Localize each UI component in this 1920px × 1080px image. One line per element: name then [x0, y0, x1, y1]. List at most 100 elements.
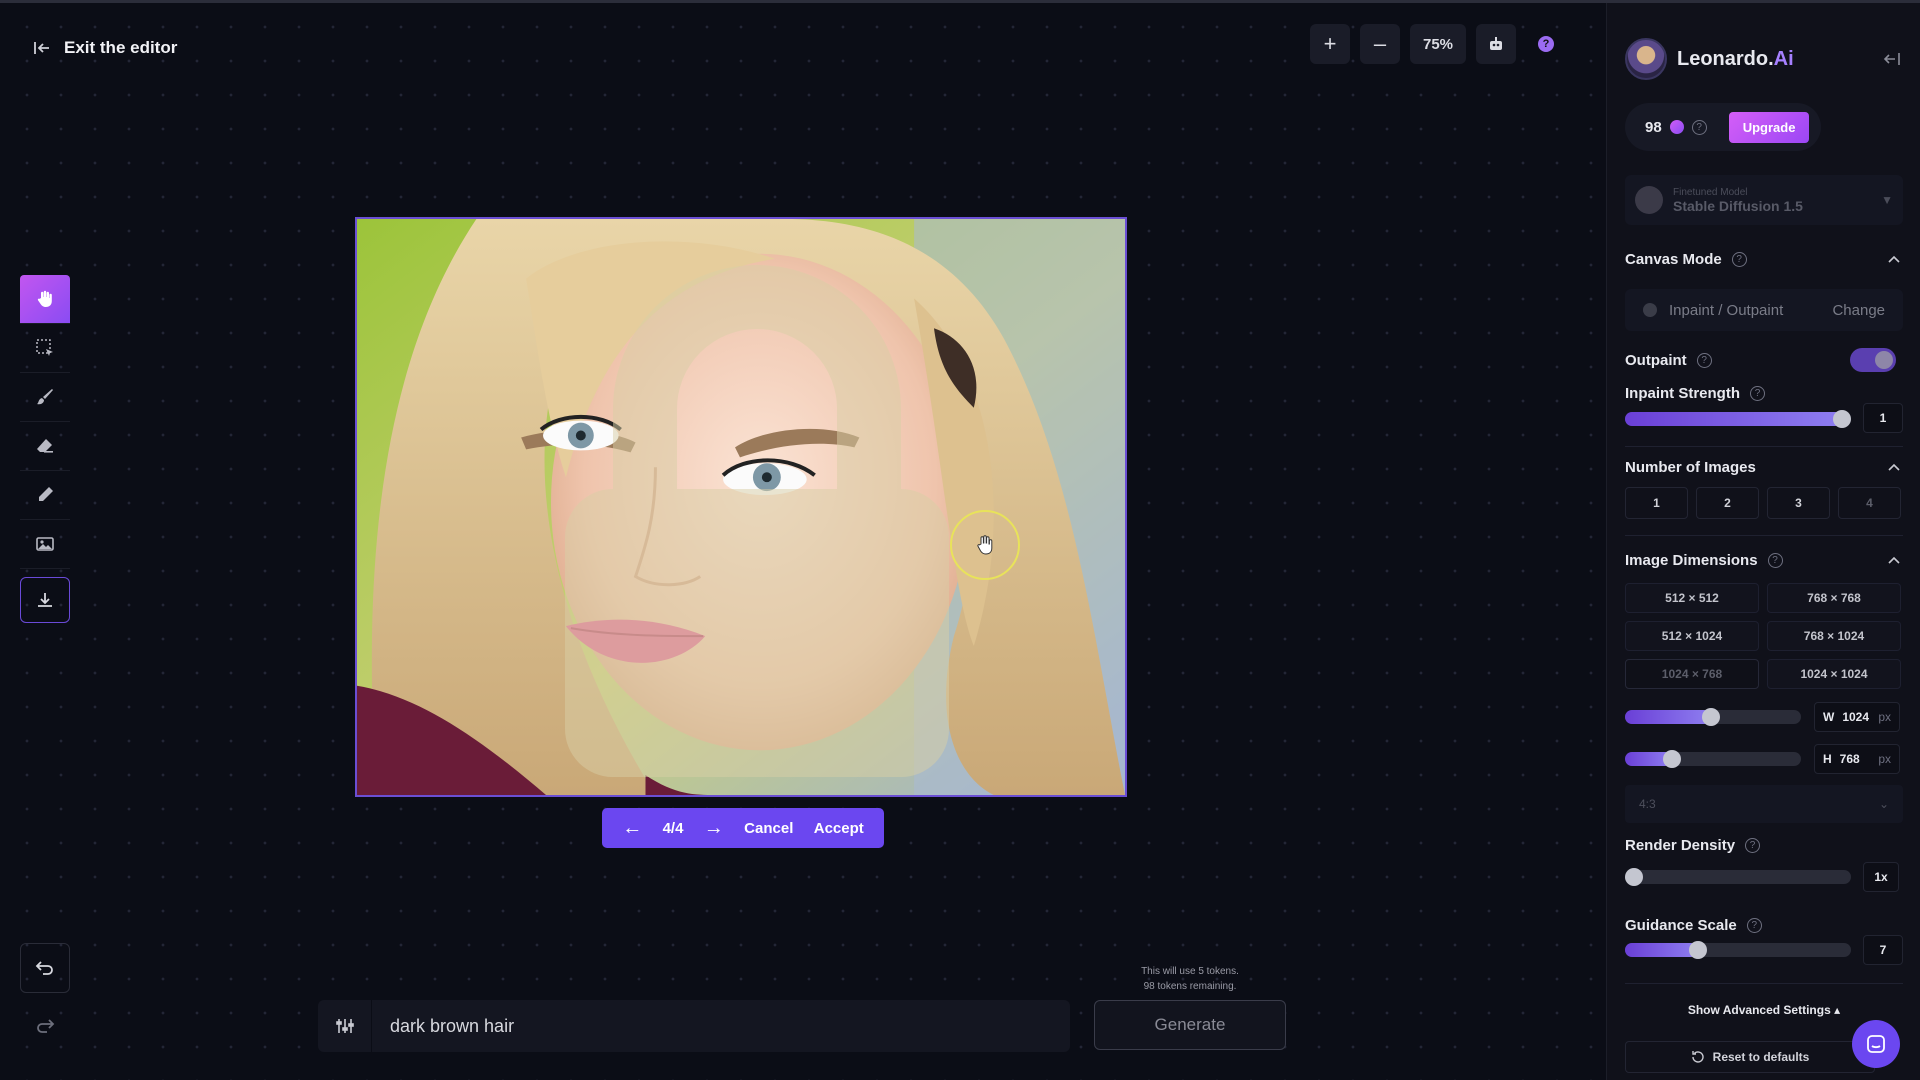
cancel-button[interactable]: Cancel — [744, 820, 793, 837]
settings-panel: Leonardo.Ai 98 ? Upgrade Finetuned Model… — [1606, 3, 1920, 1080]
slider-knob[interactable] — [1625, 868, 1643, 886]
hand-icon — [37, 290, 52, 307]
inpaint-strength-value[interactable]: 1 — [1863, 403, 1903, 433]
help-button[interactable]: ? — [1526, 24, 1566, 64]
download-tool[interactable] — [20, 577, 70, 623]
generate-button[interactable]: Generate — [1094, 1000, 1286, 1050]
zoom-out-button[interactable]: – — [1360, 24, 1400, 64]
chevron-up-icon[interactable] — [1888, 255, 1900, 263]
token-coin-icon — [1669, 120, 1684, 134]
canvas-mode-help-icon[interactable]: ? — [1731, 252, 1747, 267]
prompt-input[interactable] — [372, 1015, 1052, 1037]
outpaint-help-icon[interactable]: ? — [1696, 353, 1712, 368]
slider-knob[interactable] — [1702, 708, 1720, 726]
keyboard-shortcuts-button[interactable] — [1476, 24, 1516, 64]
slider-knob[interactable] — [1689, 941, 1707, 959]
redo-button[interactable] — [20, 1001, 70, 1051]
render-density-help-icon[interactable]: ? — [1745, 838, 1761, 853]
slider-fill — [1625, 710, 1711, 724]
show-advanced-settings-button[interactable]: Show Advanced Settings ▴ — [1607, 1003, 1920, 1017]
eraser-tool[interactable] — [20, 422, 70, 471]
outpaint-toggle[interactable] — [1850, 348, 1896, 372]
zoom-in-button[interactable]: + — [1310, 24, 1350, 64]
dimension-presets: 512 × 512 768 × 768 512 × 1024 768 × 102… — [1625, 583, 1901, 689]
height-slider[interactable] — [1625, 750, 1801, 768]
image-tool[interactable] — [20, 520, 70, 569]
model-select[interactable]: Finetuned Model Stable Diffusion 1.5 ▼ — [1625, 175, 1903, 225]
undo-button[interactable] — [20, 943, 70, 993]
change-mode-button[interactable]: Change — [1832, 302, 1885, 319]
divider — [1625, 983, 1903, 984]
dimension-option[interactable]: 512 × 512 — [1625, 583, 1759, 613]
aspect-ratio-select[interactable]: 4:3 ⌄ — [1625, 785, 1903, 823]
guidance-scale-help-icon[interactable]: ? — [1746, 918, 1762, 933]
inpaint-strength-help-icon[interactable]: ? — [1750, 386, 1765, 401]
divider — [1625, 535, 1903, 536]
image-count-option[interactable]: 3 — [1767, 487, 1830, 519]
zoom-level[interactable]: 75% — [1410, 24, 1466, 64]
dimension-option[interactable]: 768 × 1024 — [1767, 621, 1901, 651]
chat-support-button[interactable] — [1852, 1020, 1900, 1068]
arrow-left-icon — [34, 42, 49, 54]
inpaint-strength-title: Inpaint Strength ? — [1625, 385, 1765, 402]
image-dimensions-help-icon[interactable]: ? — [1767, 553, 1783, 568]
brand-name: Leonardo.Ai — [1677, 48, 1794, 71]
dimension-option[interactable]: 1024 × 1024 — [1767, 659, 1901, 689]
dimension-option[interactable]: 768 × 768 — [1767, 583, 1901, 613]
image-count-option-selected[interactable]: 4 — [1838, 487, 1901, 519]
token-balance: 98 ? Upgrade — [1625, 103, 1821, 151]
guidance-scale-value[interactable]: 7 — [1863, 935, 1903, 965]
render-density-value[interactable]: 1x — [1863, 862, 1899, 892]
accept-button[interactable]: Accept — [814, 820, 864, 837]
token-help-icon[interactable]: ? — [1691, 119, 1707, 135]
dimension-option-selected[interactable]: 1024 × 768 — [1625, 659, 1759, 689]
width-unit: px — [1878, 710, 1891, 724]
image-icon — [36, 537, 54, 551]
number-of-images-title-text: Number of Images — [1625, 459, 1756, 476]
image-count-option[interactable]: 1 — [1625, 487, 1688, 519]
height-field[interactable]: H 768 px — [1814, 744, 1900, 774]
brush-tool[interactable] — [20, 373, 70, 422]
pan-tool[interactable] — [20, 275, 70, 324]
redo-icon — [37, 1019, 55, 1033]
width-label: W — [1823, 710, 1835, 724]
exit-editor-button[interactable]: Exit the editor — [32, 38, 177, 58]
width-field[interactable]: W 1024 px — [1814, 702, 1900, 732]
guidance-scale-slider[interactable] — [1625, 941, 1851, 959]
collapse-panel-icon[interactable] — [1882, 49, 1902, 69]
result-pager: ← 4/4 → Cancel Accept — [602, 808, 884, 848]
previous-result-button[interactable]: ← — [622, 817, 642, 840]
pencil-tool[interactable] — [20, 471, 70, 520]
upgrade-button[interactable]: Upgrade — [1728, 111, 1810, 143]
chevron-up-icon[interactable] — [1888, 556, 1900, 564]
next-result-button[interactable]: → — [704, 817, 724, 840]
divider — [1625, 446, 1903, 447]
prompt-bar — [318, 1000, 1070, 1052]
chevron-up-icon[interactable] — [1888, 463, 1900, 471]
caret-up-icon: ▴ — [1834, 1003, 1841, 1017]
image-count-option[interactable]: 2 — [1696, 487, 1759, 519]
tokens-remaining-line: 98 tokens remaining. — [1143, 981, 1237, 992]
avatar[interactable] — [1625, 38, 1667, 80]
model-avatar — [1635, 186, 1663, 214]
brand-suffix: Ai — [1773, 47, 1794, 70]
guidance-scale-title-text: Guidance Scale — [1625, 917, 1737, 934]
width-slider[interactable] — [1625, 708, 1801, 726]
model-value: Stable Diffusion 1.5 — [1673, 197, 1803, 214]
reset-to-defaults-button[interactable]: Reset to defaults — [1625, 1041, 1875, 1073]
number-of-images-options: 1 2 3 4 — [1625, 487, 1901, 519]
render-density-slider[interactable] — [1625, 868, 1851, 886]
sliders-icon — [335, 1019, 354, 1033]
select-tool[interactable] — [20, 324, 70, 373]
dimension-option[interactable]: 512 × 1024 — [1625, 621, 1759, 651]
render-density-title-text: Render Density — [1625, 837, 1736, 854]
lock-icon[interactable] — [373, 233, 1127, 797]
model-label: Finetuned Model — [1673, 186, 1748, 198]
prompt-settings-button[interactable] — [318, 1000, 372, 1052]
outpaint-title: Outpaint ? — [1625, 352, 1712, 369]
slider-knob[interactable] — [1833, 410, 1851, 428]
slider-knob[interactable] — [1663, 750, 1681, 768]
generated-image[interactable] — [355, 217, 1127, 797]
number-of-images-title: Number of Images — [1625, 459, 1756, 476]
inpaint-strength-slider[interactable] — [1625, 410, 1851, 428]
